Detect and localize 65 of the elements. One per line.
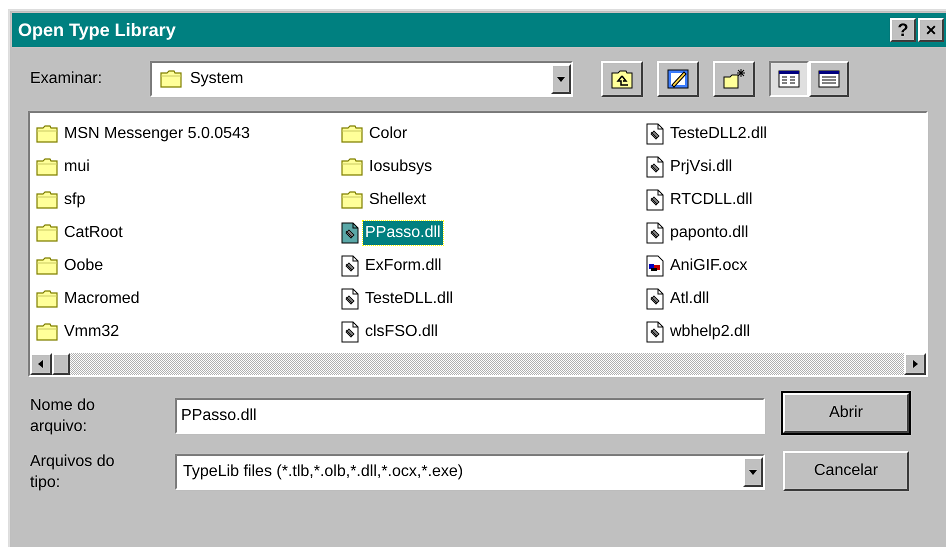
new-folder-icon[interactable] xyxy=(713,61,755,97)
folder-icon xyxy=(341,124,363,144)
file-item[interactable]: AniGIF.ocx xyxy=(646,249,916,282)
file-item[interactable]: CatRoot xyxy=(36,216,341,249)
file-item[interactable]: Shellext xyxy=(341,183,646,216)
dll-file-icon xyxy=(341,288,359,310)
list-view-button[interactable] xyxy=(769,61,809,97)
dll-file-icon xyxy=(646,222,664,244)
file-item[interactable]: clsFSO.dll xyxy=(341,315,646,348)
folder-icon xyxy=(36,322,58,342)
scroll-thumb[interactable] xyxy=(52,353,70,375)
dll-file-icon xyxy=(646,122,664,144)
dll-file-icon xyxy=(646,288,664,310)
activex-file-icon xyxy=(646,254,664,276)
file-name-label: Nome do arquivo: xyxy=(30,396,96,437)
folder-icon xyxy=(36,124,58,144)
scroll-right-button[interactable] xyxy=(904,353,926,375)
file-item[interactable]: Vmm32 xyxy=(36,315,341,348)
file-item[interactable]: wbhelp2.dll xyxy=(646,315,916,348)
file-type-label: Arquivos do tipo: xyxy=(30,452,116,493)
details-view-icon xyxy=(818,70,840,88)
file-item[interactable]: Macromed xyxy=(36,282,341,315)
file-item[interactable]: sfp xyxy=(36,183,341,216)
file-item[interactable]: Color xyxy=(341,117,646,150)
dll-file-icon xyxy=(341,222,359,244)
folder-icon xyxy=(36,256,58,276)
file-item[interactable]: RTCDLL.dll xyxy=(646,183,916,216)
file-item[interactable]: MSN Messenger 5.0.0543 xyxy=(36,117,341,150)
open-button[interactable]: Abrir xyxy=(783,393,909,433)
file-name-field[interactable]: PPasso.dll xyxy=(175,398,765,434)
list-view-icon xyxy=(778,70,800,88)
dll-file-icon xyxy=(646,188,664,210)
file-item[interactable]: PPasso.dll xyxy=(341,216,646,249)
dll-file-icon xyxy=(341,254,359,276)
cancel-button[interactable]: Cancelar xyxy=(783,451,909,491)
folder-icon xyxy=(36,222,58,242)
file-item[interactable]: ExForm.dll xyxy=(341,249,646,282)
folder-icon xyxy=(341,156,363,176)
file-item[interactable]: Atl.dll xyxy=(646,282,916,315)
folder-icon xyxy=(160,69,182,89)
pencil-icon[interactable] xyxy=(657,61,699,97)
close-button[interactable]: × xyxy=(918,18,944,42)
details-view-button[interactable] xyxy=(809,61,849,97)
file-item[interactable]: Oobe xyxy=(36,249,341,282)
up-folder-icon[interactable] xyxy=(601,61,643,97)
folder-icon xyxy=(36,156,58,176)
window-title: Open Type Library xyxy=(18,18,177,42)
folder-icon xyxy=(341,190,363,210)
dll-file-icon xyxy=(646,156,664,178)
folder-icon xyxy=(36,288,58,308)
file-item[interactable]: TesteDLL2.dll xyxy=(646,117,916,150)
file-item[interactable]: PrjVsi.dll xyxy=(646,150,916,183)
horizontal-scrollbar[interactable] xyxy=(30,353,926,375)
help-button[interactable]: ? xyxy=(890,18,916,42)
scroll-left-button[interactable] xyxy=(30,353,52,375)
look-in-label: Examinar: xyxy=(30,69,104,89)
dll-file-icon xyxy=(341,320,359,342)
file-item[interactable]: Iosubsys xyxy=(341,150,646,183)
folder-icon xyxy=(36,190,58,210)
file-item[interactable]: TesteDLL.dll xyxy=(341,282,646,315)
look-in-dropdown[interactable]: System xyxy=(150,61,573,97)
file-type-dropdown[interactable]: TypeLib files (*.tlb,*.olb,*.dll,*.ocx,*.exe) xyxy=(175,454,765,490)
file-item[interactable]: mui xyxy=(36,150,341,183)
file-item[interactable]: paponto.dll xyxy=(646,216,916,249)
dll-file-icon xyxy=(646,320,664,342)
